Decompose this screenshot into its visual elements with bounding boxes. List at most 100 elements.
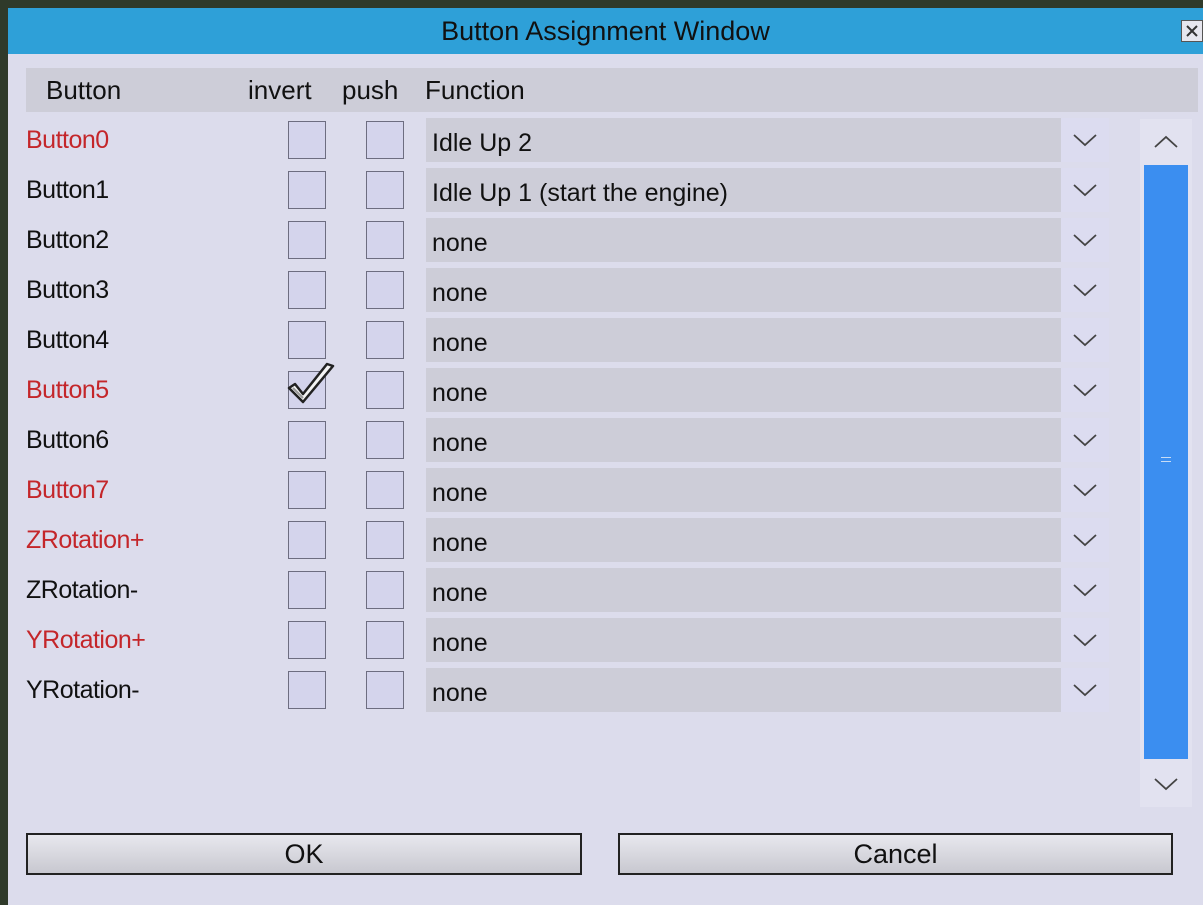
button-name: Button4 xyxy=(26,326,109,354)
close-button[interactable] xyxy=(1181,20,1203,42)
invert-checkbox[interactable] xyxy=(288,321,326,359)
invert-checkbox[interactable] xyxy=(288,671,326,709)
invert-checkbox[interactable] xyxy=(288,421,326,459)
push-checkbox[interactable] xyxy=(366,221,404,259)
function-select[interactable]: none xyxy=(426,268,1061,312)
cancel-button[interactable]: Cancel xyxy=(618,833,1173,875)
push-checkbox[interactable] xyxy=(366,571,404,609)
invert-checkbox[interactable] xyxy=(288,221,326,259)
header-push: push xyxy=(342,75,399,105)
invert-checkbox[interactable] xyxy=(288,521,326,559)
dropdown-toggle[interactable] xyxy=(1061,518,1109,562)
assignment-row: ZRotation-none xyxy=(8,567,1118,613)
function-select[interactable]: none xyxy=(426,368,1061,412)
button-name: YRotation- xyxy=(26,676,140,704)
dropdown-toggle[interactable] xyxy=(1061,168,1109,212)
function-select[interactable]: none xyxy=(426,218,1061,262)
push-checkbox[interactable] xyxy=(366,621,404,659)
push-checkbox[interactable] xyxy=(366,321,404,359)
assignment-row: Button2 none xyxy=(8,217,1118,263)
chevron-down-icon xyxy=(1073,184,1097,197)
function-select[interactable]: none xyxy=(426,318,1061,362)
assignment-row: Button4 none xyxy=(8,317,1118,363)
chevron-down-icon xyxy=(1073,334,1097,347)
chevron-down-icon xyxy=(1073,434,1097,447)
chevron-down-icon xyxy=(1154,778,1178,791)
assignment-row: Button6 none xyxy=(8,417,1118,463)
vertical-scrollbar[interactable] xyxy=(1140,119,1192,807)
function-select[interactable]: none xyxy=(426,468,1061,512)
function-select[interactable]: none xyxy=(426,518,1061,562)
function-select[interactable]: Idle Up 1 (start the engine) xyxy=(426,168,1061,212)
chevron-up-icon xyxy=(1154,135,1178,148)
dropdown-toggle[interactable] xyxy=(1061,568,1109,612)
chevron-down-icon xyxy=(1073,534,1097,547)
button-name: Button6 xyxy=(26,426,109,454)
function-select[interactable]: Idle Up 2 xyxy=(426,118,1061,162)
scroll-down-button[interactable] xyxy=(1140,761,1192,807)
checkmark-icon xyxy=(287,362,335,404)
dropdown-toggle[interactable] xyxy=(1061,118,1109,162)
invert-checkbox[interactable] xyxy=(288,571,326,609)
invert-checkbox[interactable] xyxy=(288,171,326,209)
button-name: YRotation+ xyxy=(26,626,146,654)
dropdown-toggle[interactable] xyxy=(1061,268,1109,312)
button-name: Button1 xyxy=(26,176,109,204)
header-invert: invert xyxy=(248,75,312,105)
function-select[interactable]: none xyxy=(426,618,1061,662)
push-checkbox[interactable] xyxy=(366,471,404,509)
push-checkbox[interactable] xyxy=(366,521,404,559)
button-name: Button5 xyxy=(26,376,109,404)
chevron-down-icon xyxy=(1073,384,1097,397)
dropdown-toggle[interactable] xyxy=(1061,318,1109,362)
assignment-row: ZRotation+ none xyxy=(8,517,1118,563)
assignment-row: Button3 none xyxy=(8,267,1118,313)
button-name: Button0 xyxy=(26,126,109,154)
window-title: Button Assignment Window xyxy=(441,16,770,46)
chevron-down-icon xyxy=(1073,234,1097,247)
assignment-row: Button5 none xyxy=(8,362,1118,413)
chevron-down-icon xyxy=(1073,484,1097,497)
dropdown-toggle[interactable] xyxy=(1061,218,1109,262)
dropdown-toggle[interactable] xyxy=(1061,668,1109,712)
scroll-up-button[interactable] xyxy=(1140,119,1192,165)
button-name: ZRotation- xyxy=(26,576,138,604)
button-name: Button2 xyxy=(26,226,109,254)
chevron-down-icon xyxy=(1073,134,1097,147)
button-assignment-window: Button Assignment Window Button invert p… xyxy=(8,8,1203,905)
assignment-row: YRotation+ none xyxy=(8,617,1118,663)
assignment-row: Button1 Idle Up 1 (start the engine) xyxy=(8,167,1118,213)
chevron-down-icon xyxy=(1073,684,1097,697)
push-checkbox[interactable] xyxy=(366,671,404,709)
close-x-icon xyxy=(1186,25,1198,37)
assignment-row: YRotation-none xyxy=(8,667,1118,713)
dropdown-toggle[interactable] xyxy=(1061,418,1109,462)
chevron-down-icon xyxy=(1073,284,1097,297)
header-function: Function xyxy=(425,75,525,105)
button-name: ZRotation+ xyxy=(26,526,145,554)
invert-checkbox[interactable] xyxy=(288,271,326,309)
function-select[interactable]: none xyxy=(426,418,1061,462)
column-header: Button invert push Function xyxy=(26,68,1198,112)
function-select[interactable]: none xyxy=(426,668,1061,712)
ok-button[interactable]: OK xyxy=(26,833,582,875)
invert-checkbox[interactable] xyxy=(287,362,335,409)
push-checkbox[interactable] xyxy=(366,421,404,459)
dropdown-toggle[interactable] xyxy=(1061,368,1109,412)
button-name: Button7 xyxy=(26,476,109,504)
dropdown-toggle[interactable] xyxy=(1061,618,1109,662)
invert-checkbox[interactable] xyxy=(288,121,326,159)
push-checkbox[interactable] xyxy=(366,271,404,309)
assignment-row: Button0 Idle Up 2 xyxy=(8,117,1118,163)
push-checkbox[interactable] xyxy=(366,171,404,209)
invert-checkbox[interactable] xyxy=(288,621,326,659)
push-checkbox[interactable] xyxy=(366,121,404,159)
invert-checkbox[interactable] xyxy=(288,471,326,509)
dropdown-toggle[interactable] xyxy=(1061,468,1109,512)
scroll-thumb[interactable] xyxy=(1144,165,1188,759)
header-button: Button xyxy=(46,75,122,105)
title-bar: Button Assignment Window xyxy=(8,8,1203,54)
push-checkbox[interactable] xyxy=(366,371,404,409)
assignment-row: Button7 none xyxy=(8,467,1118,513)
function-select[interactable]: none xyxy=(426,568,1061,612)
